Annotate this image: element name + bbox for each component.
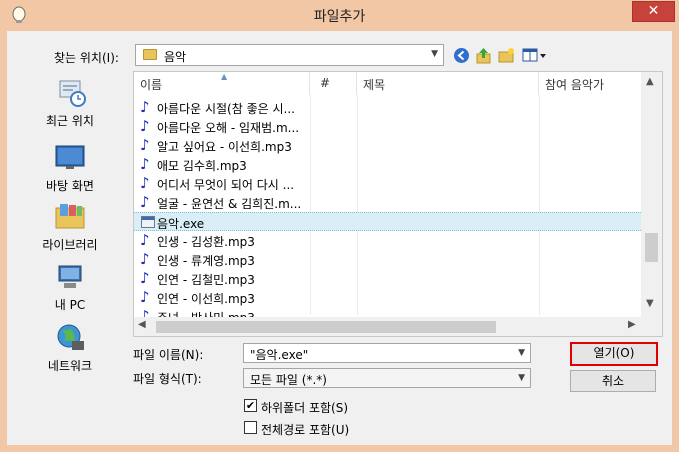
file-name: 얼굴 - 윤연선 & 김희진.m... — [157, 197, 302, 211]
look-in-value: 음악 — [164, 50, 187, 64]
scroll-right-icon[interactable]: ▶ — [628, 319, 636, 330]
chevron-down-icon[interactable]: ▼ — [518, 348, 525, 358]
network-icon — [57, 324, 84, 350]
place-label: 내 PC — [54, 298, 86, 312]
libraries-icon — [55, 204, 85, 229]
look-in-label: 찾는 위치(I): — [54, 51, 119, 65]
file-row[interactable]: ♪ 어디서 무엇이 되어 다시 ... — [134, 174, 641, 193]
places-bar: 최근 위치 바탕 화면 라이브러리 내 PC 네트워크 — [14, 71, 126, 374]
file-name: 아름다운 오해 - 임재범.m... — [157, 121, 300, 135]
title-bar[interactable]: 파일추가 ✕ — [0, 0, 679, 31]
cancel-button[interactable]: 취소 — [570, 370, 656, 392]
column-header-artist[interactable]: 참여 음악가 — [539, 72, 641, 95]
scroll-left-icon[interactable]: ◀ — [138, 319, 146, 330]
file-name: 음악.exe — [157, 217, 205, 231]
back-arrow-icon[interactable] — [453, 47, 470, 64]
window-title: 파일추가 — [313, 9, 366, 25]
file-name: 애모 김수희.mp3 — [157, 159, 247, 173]
close-button[interactable]: ✕ — [632, 1, 675, 22]
file-row[interactable]: ♪ 알고 싶어요 - 이선희.mp3 — [134, 136, 641, 155]
file-name-label: 파일 이름(N): — [133, 348, 204, 362]
file-type-dropdown[interactable]: 모든 파일 (*.*) ▼ — [243, 368, 531, 388]
place-computer[interactable]: 내 PC — [14, 262, 126, 313]
place-label: 최근 위치 — [46, 114, 94, 128]
view-menu-icon[interactable] — [522, 47, 548, 64]
chevron-down-icon[interactable]: ▼ — [518, 373, 525, 383]
audio-file-icon: ♪ — [140, 155, 150, 173]
chevron-down-icon: ▼ — [431, 49, 438, 59]
place-desktop[interactable]: 바탕 화면 — [14, 143, 126, 194]
dialog-body: 찾는 위치(I): 음악 ▼ 최근 위치 바탕 화면 라이브러리 내 PC 네트… — [7, 31, 672, 445]
audio-file-icon: ♪ — [140, 288, 150, 306]
audio-file-icon: ♪ — [140, 307, 150, 318]
sort-up-icon: ▲ — [221, 72, 228, 81]
column-header-name[interactable]: ▲ 이름 — [134, 72, 310, 95]
scrollbar-thumb[interactable] — [645, 233, 658, 262]
open-button[interactable]: 열기(O) — [570, 342, 658, 366]
vertical-scrollbar[interactable]: ▲ ▼ — [641, 72, 662, 317]
file-row[interactable]: ♪ 인연 - 김철민.mp3 — [134, 269, 641, 288]
horizontal-scrollbar[interactable]: ◀ ▶ — [134, 317, 641, 336]
place-label: 네트워크 — [47, 359, 93, 373]
file-name: 어디서 무엇이 되어 다시 ... — [157, 178, 295, 192]
file-name: 인생 - 류계영.mp3 — [157, 254, 255, 268]
file-name: 알고 싶어요 - 이선희.mp3 — [157, 140, 292, 154]
file-dialog-window: 파일추가 ✕ 찾는 위치(I): 음악 ▼ 최근 위치 바탕 화면 라이브러리 … — [0, 0, 679, 452]
file-row[interactable]: ♪ 인연 - 이선희.mp3 — [134, 288, 641, 307]
audio-file-icon: ♪ — [140, 250, 150, 268]
computer-icon — [58, 265, 82, 288]
scrollbar-corner — [641, 317, 662, 336]
place-libraries[interactable]: 라이브러리 — [14, 202, 126, 253]
desktop-icon — [55, 145, 85, 169]
column-header-title[interactable]: 제목 — [357, 72, 539, 95]
file-type-value: 모든 파일 (*.*) — [250, 373, 327, 387]
include-full-path-label[interactable]: 전체경로 포함(U) — [261, 421, 349, 438]
audio-file-icon: ♪ — [140, 231, 150, 249]
audio-file-icon: ♪ — [140, 193, 150, 211]
look-in-dropdown[interactable]: 음악 ▼ — [135, 44, 444, 66]
audio-file-icon: ♪ — [140, 269, 150, 287]
scroll-up-icon[interactable]: ▲ — [646, 76, 654, 87]
application-file-icon — [141, 216, 155, 228]
file-name: 인연 - 김철민.mp3 — [157, 273, 255, 287]
audio-file-icon: ♪ — [140, 98, 150, 116]
file-name: 주녀 - 박사미 mp3 — [157, 309, 255, 317]
file-name: 인연 - 이선희.mp3 — [157, 292, 255, 306]
folder-icon — [143, 49, 157, 60]
new-folder-icon[interactable] — [498, 47, 515, 64]
include-full-path-checkbox[interactable] — [244, 421, 257, 434]
file-type-label: 파일 형식(T): — [133, 372, 202, 386]
file-row[interactable]: ♪ 인생 - 류계영.mp3 — [134, 250, 641, 269]
file-row-selected[interactable]: 음악.exe — [134, 212, 641, 231]
include-subfolders-checkbox[interactable]: ✔ — [244, 399, 257, 412]
place-recent[interactable]: 최근 위치 — [14, 78, 126, 129]
audio-file-icon: ♪ — [140, 117, 150, 135]
audio-file-icon: ♪ — [140, 174, 150, 192]
file-name-combo[interactable]: "음악.exe" ▼ — [243, 343, 531, 363]
scroll-down-icon[interactable]: ▼ — [646, 298, 654, 309]
file-list[interactable]: ▲ 이름 # 제목 참여 음악가 ♪ 아름다운 시절(참 좋은 시... ♪ 아… — [133, 71, 663, 337]
place-network[interactable]: 네트워크 — [14, 323, 126, 374]
file-row[interactable]: ♪ 얼굴 - 윤연선 & 김희진.m... — [134, 193, 641, 212]
file-row[interactable]: ♪ 아름다운 오해 - 임재범.m... — [134, 117, 641, 136]
recent-places-icon — [59, 80, 86, 107]
include-subfolders-label[interactable]: 하위폴더 포함(S) — [261, 399, 348, 416]
file-row[interactable]: ♪ 인생 - 김성환.mp3 — [134, 231, 641, 250]
up-folder-icon[interactable] — [475, 47, 492, 64]
place-label: 라이브러리 — [42, 238, 98, 252]
audio-file-icon: ♪ — [140, 136, 150, 154]
file-row[interactable]: ♪ 애모 김수희.mp3 — [134, 155, 641, 174]
file-name: 아름다운 시절(참 좋은 시... — [157, 102, 295, 116]
column-header-number[interactable]: # — [310, 72, 357, 95]
file-name-value: "음악.exe" — [250, 348, 309, 362]
file-row[interactable]: ♪ 주녀 - 박사미 mp3 — [134, 307, 641, 318]
place-label: 바탕 화면 — [46, 179, 94, 193]
scrollbar-thumb[interactable] — [156, 321, 496, 333]
file-name: 인생 - 김성환.mp3 — [157, 235, 255, 249]
file-row[interactable]: ♪ 아름다운 시절(참 좋은 시... — [134, 98, 641, 117]
